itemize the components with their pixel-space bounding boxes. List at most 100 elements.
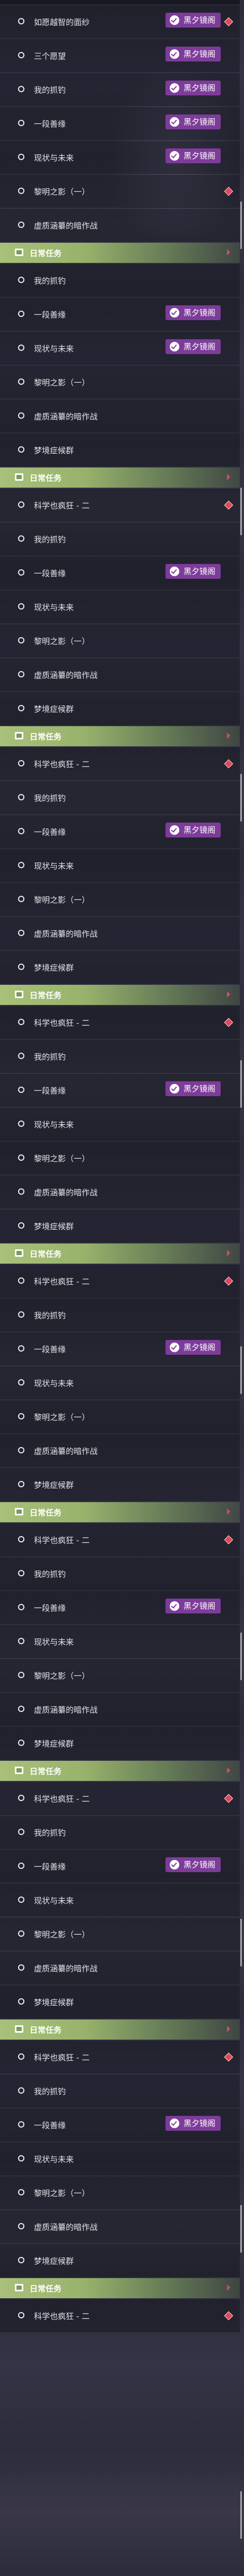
- quest-list-item[interactable]: 现状与未来: [0, 1108, 240, 1141]
- quest-list-item[interactable]: 黎明之影（一）: [0, 624, 240, 658]
- quest-list-item[interactable]: 一段善缘 黑夕镜阁: [0, 557, 240, 590]
- quest-list-item[interactable]: 我的抓钓: [0, 1816, 240, 1849]
- quest-list-item[interactable]: 一段善缘 黑夕镜阁: [0, 1591, 240, 1625]
- daily-task-header[interactable]: 日常任务: [0, 1761, 240, 1781]
- circle-bullet-icon: [18, 1154, 24, 1161]
- daily-task-header[interactable]: 日常任务: [0, 243, 240, 263]
- daily-task-header[interactable]: 日常任务: [0, 2019, 240, 2040]
- quest-list-item[interactable]: 虚质涵纂的暗作战: [0, 209, 240, 242]
- scrollbar-thumb[interactable]: [240, 1060, 242, 1108]
- quest-list-item[interactable]: 我的抓钓: [0, 523, 240, 556]
- quest-list-item[interactable]: 梦境症候群: [0, 951, 240, 984]
- quest-list-item[interactable]: 科学也疯狂 - 二: [0, 1523, 240, 1557]
- quest-list-item[interactable]: 三个愿望 黑夕镜阁: [0, 39, 240, 73]
- quest-list-item[interactable]: 科学也疯狂 - 二: [0, 2299, 240, 2333]
- quest-list-item[interactable]: 一段善缘 黑夕镜阁: [0, 1850, 240, 1883]
- quest-list-item[interactable]: 虚质涵纂的暗作战: [0, 1693, 240, 1726]
- quest-list-item[interactable]: 梦境症候群: [0, 1986, 240, 2019]
- quest-list-item[interactable]: 我的抓钓 黑夕镜阁: [0, 73, 240, 107]
- scrollbar-thumb[interactable]: [240, 488, 242, 535]
- location-badge[interactable]: 黑夕镜阁: [165, 564, 221, 579]
- daily-task-header[interactable]: 日常任务: [0, 467, 240, 488]
- quest-list-item[interactable]: 一段善缘 黑夕镜阁: [0, 107, 240, 140]
- quest-list-item[interactable]: 梦境症候群: [0, 1727, 240, 1760]
- location-badge[interactable]: 黑夕镜阁: [165, 47, 221, 61]
- quest-list-item[interactable]: 科学也疯狂 - 二: [0, 747, 240, 781]
- quest-list-item[interactable]: 黎明之影（一）: [0, 1142, 240, 1175]
- section-header-label: 日常任务: [30, 1767, 62, 1776]
- check-icon: [170, 15, 179, 25]
- scrollbar-thumb[interactable]: [240, 2205, 242, 2253]
- quest-list-item[interactable]: 我的抓钓: [0, 1040, 240, 1073]
- quest-list-item[interactable]: 现状与未来: [0, 849, 240, 883]
- quest-list-item[interactable]: 黎明之影（一）: [0, 1918, 240, 1951]
- quest-list-item[interactable]: 现状与未来: [0, 1884, 240, 1917]
- quest-list-item[interactable]: 黎明之影（一）: [0, 175, 240, 208]
- location-badge[interactable]: 黑夕镜阁: [165, 13, 221, 28]
- scrollbar-thumb[interactable]: [240, 1346, 242, 1394]
- quest-list-item[interactable]: 梦境症候群: [0, 2244, 240, 2278]
- quest-list-item[interactable]: 虚质涵纂的暗作战: [0, 2210, 240, 2244]
- quest-label: 科学也疯狂 - 二: [34, 760, 90, 769]
- quest-list-item[interactable]: 如愿越智的面纱 黑夕镜阁: [0, 5, 240, 39]
- daily-task-header[interactable]: 日常任务: [0, 1243, 240, 1264]
- quest-list-item[interactable]: 虚质涵纂的暗作战: [0, 400, 240, 433]
- quest-list-item[interactable]: 科学也疯狂 - 二: [0, 1006, 240, 1039]
- scrollbar-thumb[interactable]: [240, 2491, 242, 2539]
- location-badge[interactable]: 黑夕镜阁: [165, 2116, 221, 2131]
- quest-list-item[interactable]: 我的抓钓: [0, 1557, 240, 1591]
- quest-list-item[interactable]: 我的抓钓: [0, 2075, 240, 2108]
- quest-list-item[interactable]: 黎明之影（一）: [0, 2176, 240, 2210]
- quest-list-item[interactable]: 虚质涵纂的暗作战: [0, 1952, 240, 1985]
- quest-list-item[interactable]: 虚质涵纂的暗作战: [0, 658, 240, 692]
- daily-task-header[interactable]: 日常任务: [0, 2278, 240, 2298]
- location-badge[interactable]: 黑夕镜阁: [165, 305, 221, 320]
- scrollbar-thumb[interactable]: [240, 201, 242, 249]
- quest-list-item[interactable]: 一段善缘 黑夕镜阁: [0, 815, 240, 849]
- quest-list-item[interactable]: 黎明之影（一）: [0, 883, 240, 916]
- quest-list-item[interactable]: 现状与未来: [0, 590, 240, 624]
- quest-list-item[interactable]: 现状与未来: [0, 2142, 240, 2176]
- quest-list-item[interactable]: 一段善缘 黑夕镜阁: [0, 2109, 240, 2142]
- quest-list-item[interactable]: 现状与未来 黑夕镜阁: [0, 332, 240, 365]
- quest-list[interactable]: 如愿越智的面纱 黑夕镜阁 三个愿望 黑夕镜阁 我的抓钓 黑夕镜阁 一段善缘 黑夕镜阁 现状与未来…: [0, 0, 244, 2576]
- quest-list-item[interactable]: 梦境症候群: [0, 434, 240, 467]
- location-badge[interactable]: 黑夕镜阁: [165, 81, 221, 95]
- daily-task-header[interactable]: 日常任务: [0, 726, 240, 746]
- location-badge[interactable]: 黑夕镜阁: [165, 339, 221, 354]
- quest-list-item[interactable]: 黎明之影（一）: [0, 366, 240, 399]
- daily-task-header[interactable]: 日常任务: [0, 1502, 240, 1522]
- quest-list-item[interactable]: 虚质涵纂的暗作战: [0, 1434, 240, 1468]
- scrollbar-thumb[interactable]: [240, 1919, 242, 1966]
- location-badge[interactable]: 黑夕镜阁: [165, 1340, 221, 1355]
- quest-list-item[interactable]: 一段善缘 黑夕镜阁: [0, 1333, 240, 1366]
- scrollbar-thumb[interactable]: [240, 1633, 242, 1680]
- quest-list-item[interactable]: 黎明之影（一）: [0, 1400, 240, 1434]
- quest-list-item[interactable]: 科学也疯狂 - 二: [0, 2041, 240, 2074]
- quest-list-item[interactable]: 科学也疯狂 - 二: [0, 489, 240, 522]
- quest-list-item[interactable]: 虚质涵纂的暗作战: [0, 1176, 240, 1209]
- scrollbar-thumb[interactable]: [240, 774, 242, 822]
- location-badge[interactable]: 黑夕镜阁: [165, 823, 221, 837]
- quest-list-item[interactable]: 现状与未来: [0, 1366, 240, 1400]
- quest-list-item[interactable]: 一段善缘 黑夕镜阁: [0, 298, 240, 331]
- quest-list-item[interactable]: 虚质涵纂的暗作战: [0, 917, 240, 950]
- quest-list-item[interactable]: 现状与未来 黑夕镜阁: [0, 141, 240, 174]
- quest-list-item[interactable]: 黎明之影（一）: [0, 1659, 240, 1692]
- quest-list-item[interactable]: 梦境症候群: [0, 692, 240, 726]
- location-badge[interactable]: 黑夕镜阁: [165, 114, 221, 129]
- quest-list-item[interactable]: 梦境症候群: [0, 1468, 240, 1502]
- quest-list-item[interactable]: 现状与未来: [0, 1625, 240, 1658]
- quest-list-item[interactable]: 科学也疯狂 - 二: [0, 1782, 240, 1815]
- location-badge[interactable]: 黑夕镜阁: [165, 1857, 221, 1872]
- daily-task-header[interactable]: 日常任务: [0, 985, 240, 1005]
- quest-list-item[interactable]: 我的抓钓: [0, 781, 240, 815]
- location-badge[interactable]: 黑夕镜阁: [165, 1599, 221, 1613]
- quest-list-item[interactable]: 梦境症候群: [0, 1210, 240, 1243]
- quest-list-item[interactable]: 我的抓钓: [0, 264, 240, 297]
- quest-list-item[interactable]: 科学也疯狂 - 二: [0, 1265, 240, 1298]
- quest-list-item[interactable]: 我的抓钓: [0, 1299, 240, 1332]
- location-badge[interactable]: 黑夕镜阁: [165, 148, 221, 163]
- quest-list-item[interactable]: 一段善缘 黑夕镜阁: [0, 1074, 240, 1107]
- location-badge[interactable]: 黑夕镜阁: [165, 1081, 221, 1096]
